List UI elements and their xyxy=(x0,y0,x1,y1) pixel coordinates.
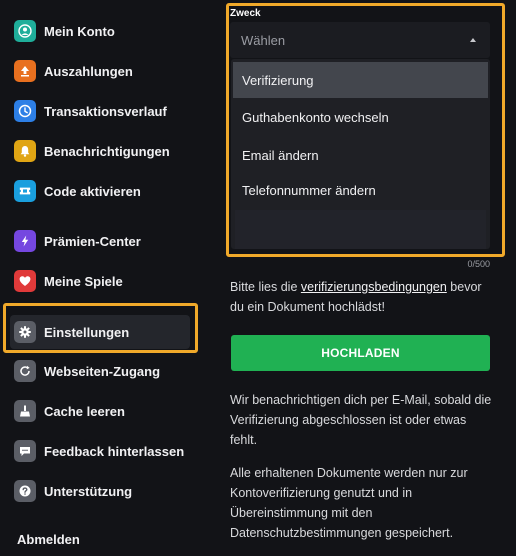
dropdown-option-email-aendern[interactable]: Email ändern xyxy=(233,137,488,173)
purpose-dropdown: Verifizierung Guthabenkonto wechseln Ema… xyxy=(231,59,490,249)
sidebar-item-label: Benachrichtigungen xyxy=(44,143,170,159)
lightning-icon xyxy=(14,230,36,252)
broom-icon xyxy=(14,400,36,422)
bell-icon xyxy=(14,140,36,162)
sidebar-item-auszahlungen[interactable]: Auszahlungen xyxy=(14,55,194,87)
sidebar-item-label: Unterstützung xyxy=(44,483,133,499)
logout-link[interactable]: Abmelden xyxy=(17,532,80,547)
sidebar-item-label: Transaktionsverlauf xyxy=(44,103,167,119)
email-info-text: Wir benachrichtigen dich per E-Mail, sob… xyxy=(230,393,492,447)
sidebar-item-label: Cache leeren xyxy=(44,403,125,419)
sidebar-item-mein-konto[interactable]: Mein Konto xyxy=(14,15,194,47)
clock-icon xyxy=(14,100,36,122)
sidebar-item-label: Mein Konto xyxy=(44,23,115,39)
user-circle-icon xyxy=(14,20,36,42)
sidebar-item-label: Feedback hinterlassen xyxy=(44,443,185,459)
upload-arrow-icon xyxy=(14,60,36,82)
verification-notice: Bitte lies die verifizierungsbedingungen… xyxy=(230,277,492,317)
option-label: Email ändern xyxy=(242,148,319,163)
purpose-select[interactable]: Wählen xyxy=(230,22,490,58)
privacy-info-text: Alle erhaltenen Dokumente werden nur zur… xyxy=(230,466,468,540)
dropdown-option-verifizierung[interactable]: Verifizierung xyxy=(233,62,488,98)
refresh-icon xyxy=(14,360,36,382)
sidebar-item-praemien-center[interactable]: Prämien-Center xyxy=(14,225,194,257)
sidebar-item-label: Code aktivieren xyxy=(44,183,141,199)
purpose-label: Zweck xyxy=(230,8,261,19)
option-label: Guthabenkonto wechseln xyxy=(242,110,389,125)
upload-button[interactable]: HOCHLADEN xyxy=(231,335,490,371)
sidebar-item-label: Prämien-Center xyxy=(44,233,141,249)
caret-up-icon xyxy=(470,38,476,42)
sidebar-item-label: Webseiten-Zugang xyxy=(44,363,161,379)
settings-highlight-frame xyxy=(3,303,198,353)
verification-panel: Zweck Wählen Verifizierung Guthabenkonto… xyxy=(210,0,516,556)
sidebar-item-label: Meine Spiele xyxy=(44,273,123,289)
sidebar-item-cache-leeren[interactable]: Cache leeren xyxy=(14,395,194,427)
verification-terms-link[interactable]: verifizierungsbedingungen xyxy=(301,280,447,294)
purpose-select-value: Wählen xyxy=(241,33,286,48)
sidebar-item-meine-spiele[interactable]: Meine Spiele xyxy=(14,265,194,297)
sidebar-item-webseiten-zugang[interactable]: Webseiten-Zugang xyxy=(14,355,194,387)
option-label: Verifizierung xyxy=(242,73,314,88)
sidebar-item-unterstuetzung[interactable]: Unterstützung xyxy=(14,475,194,507)
sidebar-item-benachrichtigungen[interactable]: Benachrichtigungen xyxy=(14,135,194,167)
dropdown-option-telefonnummer-aendern[interactable]: Telefonnummer ändern xyxy=(233,172,488,208)
dropdown-option-guthabenkonto-wechseln[interactable]: Guthabenkonto wechseln xyxy=(233,99,488,135)
notice-text-before: Bitte lies die xyxy=(230,280,301,294)
heart-icon xyxy=(14,270,36,292)
question-icon xyxy=(14,480,36,502)
sidebar-item-code-aktivieren[interactable]: Code aktivieren xyxy=(14,175,194,207)
sidebar-item-transaktionsverlauf[interactable]: Transaktionsverlauf xyxy=(14,95,194,127)
sidebar: Mein Konto Auszahlungen Transaktionsverl… xyxy=(0,0,210,556)
character-counter: 0/500 xyxy=(467,259,490,269)
sidebar-item-label: Auszahlungen xyxy=(44,63,133,79)
sidebar-item-feedback-hinterlassen[interactable]: Feedback hinterlassen xyxy=(14,435,194,467)
ticket-icon xyxy=(14,180,36,202)
chat-bubble-icon xyxy=(14,440,36,462)
option-label: Telefonnummer ändern xyxy=(242,183,376,198)
dropdown-empty-area xyxy=(235,210,486,249)
